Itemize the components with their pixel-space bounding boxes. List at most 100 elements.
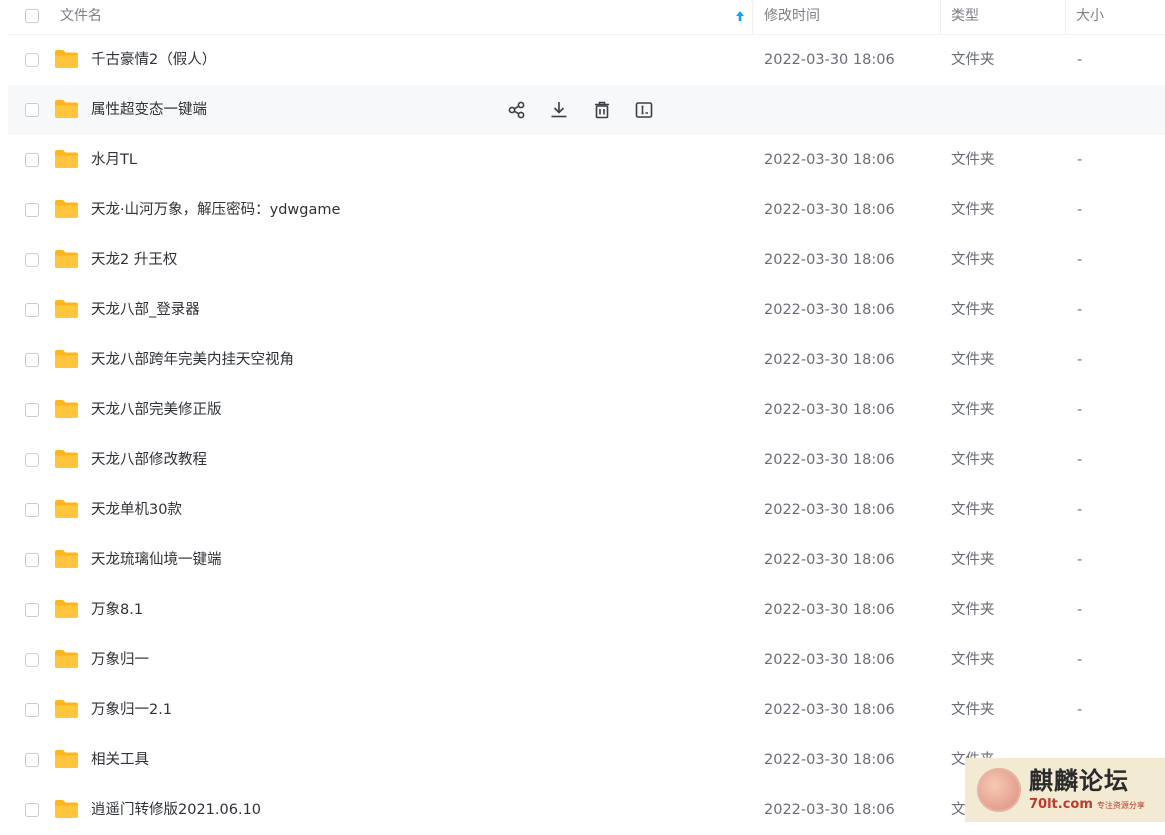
file-size: - (1077, 152, 1083, 168)
file-size: - (1077, 252, 1083, 268)
file-size: - (1077, 602, 1083, 618)
folder-icon (55, 700, 78, 718)
file-row[interactable]: 水月TL 2022-03-30 18:06 文件夹 - (8, 135, 1165, 185)
file-size: - (1077, 452, 1083, 468)
row-checkbox[interactable] (25, 303, 39, 317)
rename-icon[interactable] (633, 99, 655, 121)
row-checkbox[interactable] (25, 803, 39, 817)
file-name[interactable]: 天龙琉璃仙境一键端 (91, 535, 222, 585)
row-checkbox[interactable] (25, 53, 39, 67)
file-type: 文件夹 (951, 152, 995, 168)
file-row[interactable]: 万象8.1 2022-03-30 18:06 文件夹 - (8, 585, 1165, 635)
file-row[interactable]: 万象归一2.1 2022-03-30 18:06 文件夹 - (8, 685, 1165, 735)
column-divider (1065, 0, 1066, 34)
file-row[interactable]: 千古豪情2（假人） 2022-03-30 18:06 文件夹 - (8, 35, 1165, 85)
download-icon[interactable] (548, 99, 570, 121)
row-checkbox[interactable] (25, 353, 39, 367)
column-header-size[interactable]: 大小 (1076, 0, 1104, 34)
file-size: - (1077, 652, 1083, 668)
row-checkbox[interactable] (25, 603, 39, 617)
folder-icon (55, 300, 78, 318)
file-size: - (1077, 552, 1083, 568)
file-name[interactable]: 天龙·山河万象，解压密码：ydwgame (91, 185, 340, 235)
folder-icon (55, 150, 78, 168)
folder-icon (55, 400, 78, 418)
modified-time: 2022-03-30 18:06 (764, 802, 895, 818)
modified-time: 2022-03-30 18:06 (764, 702, 895, 718)
modified-time: 2022-03-30 18:06 (764, 302, 895, 318)
file-size: - (1077, 302, 1083, 318)
folder-icon (55, 500, 78, 518)
column-header-name[interactable]: 文件名 (60, 0, 102, 34)
select-all-checkbox[interactable] (25, 9, 39, 23)
file-name[interactable]: 相关工具 (91, 735, 149, 785)
file-name[interactable]: 天龙单机30款 (91, 485, 182, 535)
modified-time: 2022-03-30 18:06 (764, 552, 895, 568)
file-type: 文 (951, 802, 966, 818)
file-row[interactable]: 天龙八部跨年完美内挂天空视角 2022-03-30 18:06 文件夹 - (8, 335, 1165, 385)
file-size: - (1077, 502, 1083, 518)
delete-icon[interactable] (591, 99, 613, 121)
folder-icon (55, 750, 78, 768)
row-checkbox[interactable] (25, 653, 39, 667)
row-checkbox[interactable] (25, 753, 39, 767)
modified-time: 2022-03-30 18:06 (764, 52, 895, 68)
file-type: 文件夹 (951, 52, 995, 68)
file-type: 文件夹 (951, 552, 995, 568)
row-checkbox[interactable] (25, 253, 39, 267)
column-header-type[interactable]: 类型 (951, 0, 979, 34)
row-checkbox[interactable] (25, 453, 39, 467)
row-checkbox[interactable] (25, 503, 39, 517)
watermark-title: 麒麟论坛 (1029, 766, 1129, 795)
row-checkbox[interactable] (25, 203, 39, 217)
file-name[interactable]: 逍遥门转修版2021.06.10 (91, 785, 261, 835)
file-type: 文件夹 (951, 502, 995, 518)
file-row[interactable]: 天龙八部修改教程 2022-03-30 18:06 文件夹 - (8, 435, 1165, 485)
share-icon[interactable] (506, 99, 528, 121)
file-type: 文件夹 (951, 452, 995, 468)
file-rows: 千古豪情2（假人） 2022-03-30 18:06 文件夹 - 属性超变态一键端 水月T… (8, 35, 1165, 835)
file-type: 文件夹 (951, 302, 995, 318)
folder-icon (55, 250, 78, 268)
file-list-header: 文件名 修改时间 类型 大小 (8, 0, 1165, 35)
file-row[interactable]: 天龙单机30款 2022-03-30 18:06 文件夹 - (8, 485, 1165, 535)
modified-time: 2022-03-30 18:06 (764, 252, 895, 268)
row-checkbox[interactable] (25, 403, 39, 417)
file-list: 文件名 修改时间 类型 大小 千古豪情2（假人） 2022-03-30 18:06… (8, 0, 1165, 835)
row-checkbox[interactable] (25, 153, 39, 167)
folder-icon (55, 50, 78, 68)
column-divider (752, 0, 753, 34)
file-name[interactable]: 万象归一2.1 (91, 685, 172, 735)
folder-icon (55, 800, 78, 818)
sort-ascending-icon[interactable] (734, 9, 746, 23)
file-size: - (1077, 402, 1083, 418)
forum-watermark: 麒麟论坛 70lt.com 专注资源分享 (965, 758, 1165, 822)
file-row[interactable]: 万象归一 2022-03-30 18:06 文件夹 - (8, 635, 1165, 685)
file-name[interactable]: 水月TL (91, 135, 137, 185)
file-name[interactable]: 天龙八部完美修正版 (91, 385, 222, 435)
modified-time: 2022-03-30 18:06 (764, 452, 895, 468)
file-name[interactable]: 天龙八部_登录器 (91, 285, 200, 335)
file-size: - (1077, 352, 1083, 368)
file-row[interactable]: 天龙·山河万象，解压密码：ydwgame 2022-03-30 18:06 文件夹 - (8, 185, 1165, 235)
file-name[interactable]: 天龙2 升王权 (91, 235, 177, 285)
file-row[interactable]: 天龙八部完美修正版 2022-03-30 18:06 文件夹 - (8, 385, 1165, 435)
file-name[interactable]: 属性超变态一键端 (91, 85, 207, 135)
column-header-modified[interactable]: 修改时间 (764, 0, 820, 34)
modified-time: 2022-03-30 18:06 (764, 152, 895, 168)
row-checkbox[interactable] (25, 103, 39, 117)
file-row[interactable]: 天龙2 升王权 2022-03-30 18:06 文件夹 - (8, 235, 1165, 285)
row-checkbox[interactable] (25, 703, 39, 717)
watermark-tagline: 专注资源分享 (1096, 801, 1145, 810)
column-divider (940, 0, 941, 34)
file-name[interactable]: 万象8.1 (91, 585, 143, 635)
file-name[interactable]: 天龙八部修改教程 (91, 435, 207, 485)
file-name[interactable]: 千古豪情2（假人） (91, 35, 216, 85)
file-row[interactable]: 天龙八部_登录器 2022-03-30 18:06 文件夹 - (8, 285, 1165, 335)
modified-time: 2022-03-30 18:06 (764, 652, 895, 668)
file-name[interactable]: 万象归一 (91, 635, 149, 685)
file-name[interactable]: 天龙八部跨年完美内挂天空视角 (91, 335, 294, 385)
file-row[interactable]: 天龙琉璃仙境一键端 2022-03-30 18:06 文件夹 - (8, 535, 1165, 585)
row-checkbox[interactable] (25, 553, 39, 567)
file-row[interactable]: 属性超变态一键端 (8, 85, 1165, 135)
